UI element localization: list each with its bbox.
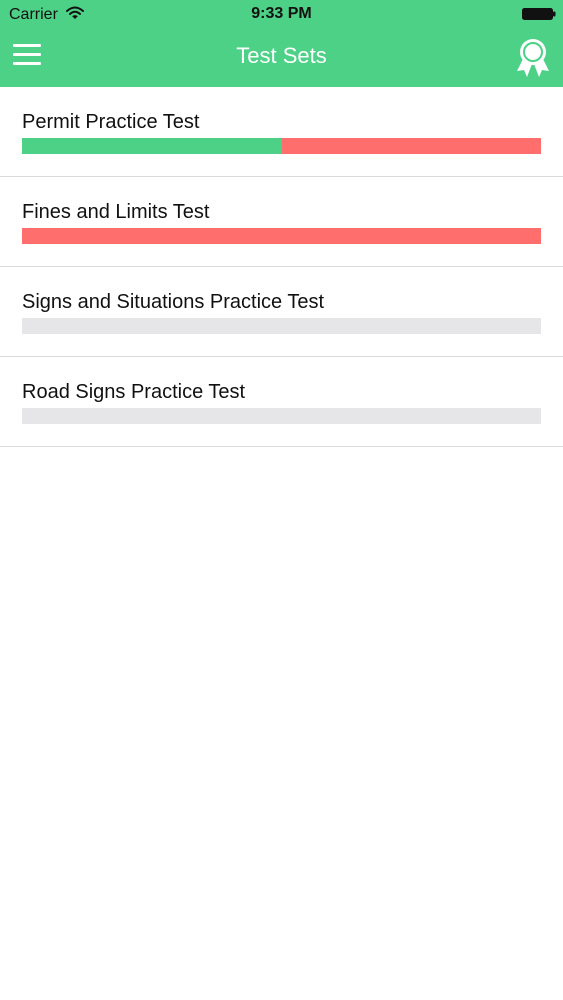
test-progress-bar bbox=[22, 228, 541, 244]
clock: 9:33 PM bbox=[251, 5, 312, 22]
test-set-row[interactable]: Signs and Situations Practice Test bbox=[0, 267, 563, 357]
test-set-row[interactable]: Road Signs Practice Test bbox=[0, 357, 563, 447]
test-set-name: Signs and Situations Practice Test bbox=[22, 291, 325, 313]
test-set-row[interactable]: Fines and Limits Test bbox=[0, 177, 563, 267]
test-progress-bar bbox=[22, 318, 541, 334]
status-bar: Carrier 9:33 PM bbox=[0, 0, 563, 28]
test-list: Permit Practice Test Fines and Limits Tes… bbox=[0, 87, 563, 447]
test-set-name: Road Signs Practice Test bbox=[22, 381, 246, 403]
header: Carrier 9:33 PM Test Sets bbox=[0, 0, 563, 87]
screen: Carrier 9:33 PM Test Sets Permit Practic… bbox=[0, 0, 563, 1000]
progress-correct-segment bbox=[22, 138, 282, 154]
battery-icon bbox=[522, 8, 556, 20]
nav-bar: Test Sets bbox=[0, 28, 563, 87]
test-set-row[interactable]: Permit Practice Test bbox=[0, 87, 563, 177]
test-set-name: Permit Practice Test bbox=[22, 111, 200, 133]
test-progress-bar bbox=[22, 138, 541, 154]
page-title: Test Sets bbox=[236, 43, 327, 68]
progress-incorrect-segment bbox=[22, 228, 541, 244]
test-set-name: Fines and Limits Test bbox=[22, 201, 210, 223]
progress-incorrect-segment bbox=[281, 138, 541, 154]
award-ribbon-icon[interactable] bbox=[515, 37, 551, 79]
test-progress-bar bbox=[22, 408, 541, 424]
